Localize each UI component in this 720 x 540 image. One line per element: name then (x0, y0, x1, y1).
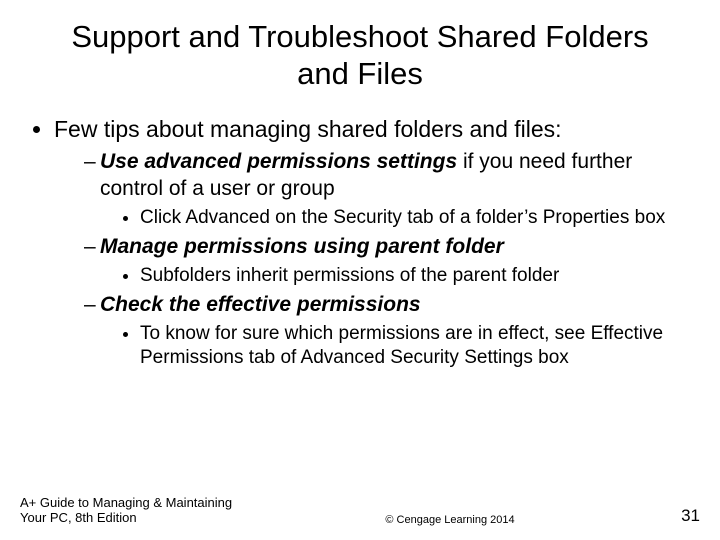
list-item: To know for sure which permissions are i… (140, 322, 692, 370)
bullet-text: Few tips about managing shared folders a… (54, 116, 562, 142)
list-item: Click Advanced on the Security tab of a … (140, 206, 692, 230)
list-item: Manage permissions using parent folder S… (84, 234, 692, 288)
detail-text: To know for sure which permissions are i… (140, 323, 663, 368)
sub-list: Use advanced permissions settings if you… (54, 149, 692, 369)
footer: A+ Guide to Managing & Maintaining Your … (0, 495, 720, 526)
slide-title: Support and Troubleshoot Shared Folders … (58, 18, 662, 92)
list-item: Subfolders inherit permissions of the pa… (140, 264, 692, 288)
footer-book-title: A+ Guide to Managing & Maintaining Your … (20, 495, 260, 526)
sub-sub-list: Click Advanced on the Security tab of a … (100, 206, 692, 230)
sub-sub-list: To know for sure which permissions are i… (100, 322, 692, 370)
detail-text: Subfolders inherit permissions of the pa… (140, 265, 559, 286)
list-item: Few tips about managing shared folders a… (54, 116, 692, 369)
footer-copyright: © Cengage Learning 2014 (260, 514, 640, 526)
list-item: Use advanced permissions settings if you… (84, 149, 692, 229)
slide: Support and Troubleshoot Shared Folders … (0, 0, 720, 540)
tip-emphasis: Use advanced permissions settings (100, 150, 457, 173)
sub-sub-list: Subfolders inherit permissions of the pa… (100, 264, 692, 288)
page-number: 31 (640, 506, 700, 526)
bullet-list: Few tips about managing shared folders a… (28, 116, 692, 369)
list-item: Check the effective permissions To know … (84, 292, 692, 370)
tip-emphasis: Check the effective permissions (100, 293, 421, 316)
detail-text: Click Advanced on the Security tab of a … (140, 207, 665, 228)
tip-emphasis: Manage permissions using parent folder (100, 235, 504, 258)
